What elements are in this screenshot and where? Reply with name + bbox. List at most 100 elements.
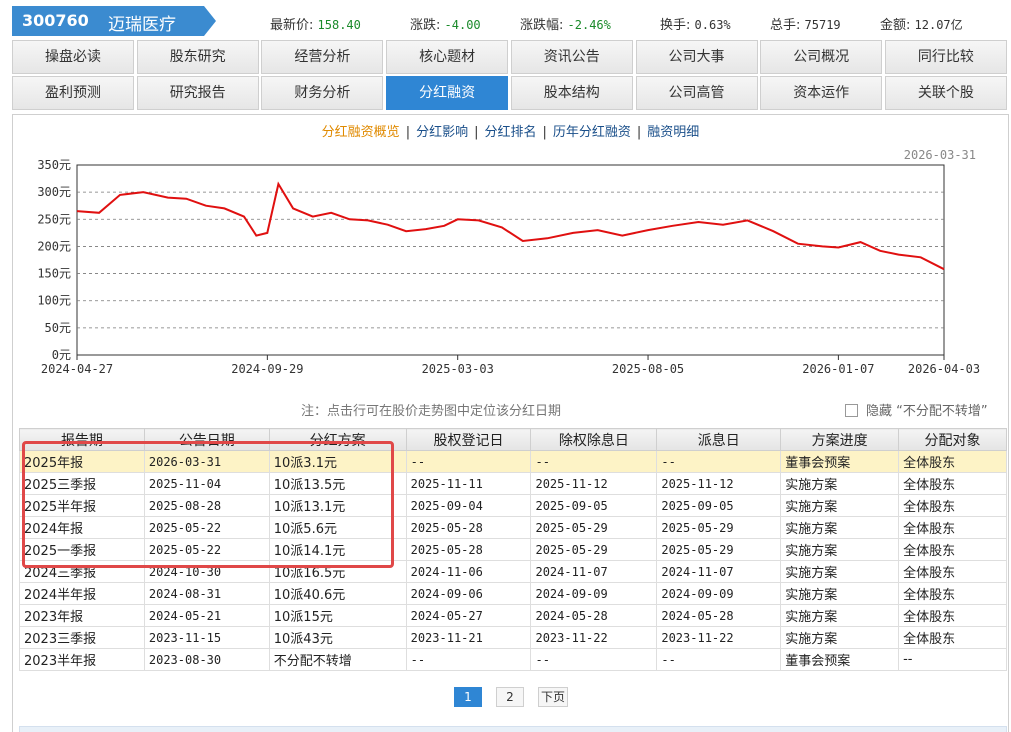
table-cell: 10派5.6元: [268, 516, 407, 539]
hide-checkbox[interactable]: [845, 404, 858, 417]
table-row[interactable]: 2023半年报 2023-08-30 不分配不转增 -- -- -- 董事会预案 --: [19, 648, 1007, 671]
subnav-link-0[interactable]: 分红融资概览: [322, 125, 400, 140]
table-cell: --: [656, 648, 782, 671]
sub-nav: 分红融资概览 | 分红影响 | 分红排名 | 历年分红融资 | 融资明细: [13, 121, 1008, 140]
subnav-separator: |: [405, 125, 411, 140]
table-cell: 2025-05-22: [143, 516, 270, 539]
tab-10[interactable]: 财务分析: [261, 76, 384, 110]
table-row[interactable]: 2025一季报 2025-05-22 10派14.1元 2025-05-28 2025-…: [19, 538, 1007, 561]
table-cell: 2024-11-06: [405, 560, 532, 583]
y-tick-label: 150元: [37, 267, 71, 281]
quote-amount: 金额: 12.07亿: [880, 18, 963, 33]
price-chart[interactable]: 350元 300元 250元 200元 150元 100元 50元 0元2024-04-27 2…: [13, 147, 1010, 387]
column-header[interactable]: 公告日期: [143, 428, 270, 451]
tab-15[interactable]: 关联个股: [884, 76, 1007, 110]
table-row[interactable]: 2023三季报 2023-11-15 10派43元 2023-11-21 2023-11…: [19, 626, 1007, 649]
y-tick-label: 100元: [37, 294, 71, 308]
quote-price: 最新价: 158.40: [270, 18, 361, 33]
tab-8[interactable]: 盈利预测: [12, 76, 134, 110]
hide-label: 隐藏 “不分配不转增”: [866, 404, 988, 419]
table-cell: --: [530, 450, 658, 473]
subnav-link-2[interactable]: 分红排名: [484, 125, 536, 140]
table-cell: 2023-11-15: [143, 626, 270, 649]
table-cell: 2023-11-22: [656, 626, 782, 649]
table-cell: 2024-09-06: [405, 582, 532, 605]
table-cell: 10派14.1元: [268, 538, 407, 561]
subnav-link-4[interactable]: 融资明细: [647, 125, 699, 140]
table-cell: 实施方案: [780, 604, 900, 627]
table-cell: 2025-11-12: [656, 472, 782, 495]
table-cell: 2025-09-04: [405, 494, 532, 517]
page-2-button[interactable]: 2: [496, 687, 524, 707]
table-cell: 2024-05-21: [143, 604, 270, 627]
table-cell: 2025-05-29: [530, 538, 658, 561]
x-tick-label: 2025-03-03: [422, 362, 494, 376]
table-cell: 2024三季报: [19, 560, 145, 583]
table-cell: --: [405, 648, 532, 671]
tab-12[interactable]: 股本结构: [510, 76, 633, 110]
table-cell: 10派3.1元: [268, 450, 407, 473]
table-cell: 10派15元: [268, 604, 407, 627]
table-cell: 2024-11-07: [656, 560, 782, 583]
table-row[interactable]: 2024半年报 2024-08-31 10派40.6元 2024-09-06 2024-…: [19, 582, 1007, 605]
tab-14[interactable]: 资本运作: [760, 76, 883, 110]
table-row[interactable]: 2024年报 2025-05-22 10派5.6元 2025-05-28 2025-05…: [19, 516, 1007, 539]
subnav-link-1[interactable]: 分红影响: [416, 125, 468, 140]
stock-code: 300760: [22, 11, 89, 30]
x-tick-label: 2024-04-27: [41, 362, 113, 376]
table-cell: 全体股东: [898, 582, 1007, 605]
y-tick-label: 250元: [37, 212, 71, 226]
table-cell: 2025一季报: [19, 538, 145, 561]
table-row[interactable]: 2024三季报 2024-10-30 10派16.5元 2024-11-06 2024-…: [19, 560, 1007, 583]
column-header[interactable]: 股权登记日: [405, 428, 532, 451]
table-cell: 实施方案: [780, 516, 900, 539]
table-row[interactable]: 2025年报 2026-03-31 10派3.1元 -- -- -- 董事会预案 全体股东: [19, 450, 1007, 473]
table-cell: 全体股东: [898, 626, 1007, 649]
tab-13[interactable]: 公司高管: [635, 76, 758, 110]
table-cell: 2023年报: [19, 604, 145, 627]
table-row[interactable]: 2023年报 2024-05-21 10派15元 2024-05-27 2024-05-…: [19, 604, 1007, 627]
tab-7[interactable]: 同行比较: [884, 40, 1007, 74]
table-cell: 2023-11-22: [530, 626, 658, 649]
tab-11[interactable]: 分红融资: [386, 76, 509, 110]
column-header[interactable]: 派息日: [656, 428, 782, 451]
tab-9[interactable]: 研究报告: [136, 76, 259, 110]
table-cell: 2026-03-31: [143, 450, 270, 473]
table-cell: 全体股东: [898, 472, 1007, 495]
table-cell: 全体股东: [898, 450, 1007, 473]
tab-1[interactable]: 股东研究: [136, 40, 259, 74]
table-cell: 全体股东: [898, 516, 1007, 539]
table-cell: 10派13.1元: [268, 494, 407, 517]
column-header[interactable]: 报告期: [19, 428, 145, 451]
subnav-link-3[interactable]: 历年分红融资: [553, 125, 631, 140]
table-cell: 全体股东: [898, 494, 1007, 517]
page-1-button[interactable]: 1: [454, 687, 482, 707]
tab-5[interactable]: 公司大事: [635, 40, 758, 74]
table-row[interactable]: 2025三季报 2025-11-04 10派13.5元 2025-11-11 2025-…: [19, 472, 1007, 495]
column-header[interactable]: 除权除息日: [530, 428, 658, 451]
column-header[interactable]: 分配对象: [898, 428, 1007, 451]
tab-2[interactable]: 经营分析: [261, 40, 384, 74]
tab-3[interactable]: 核心题材: [386, 40, 509, 74]
table-cell: --: [898, 648, 1007, 671]
tab-4[interactable]: 资讯公告: [510, 40, 633, 74]
table-cell: 2024-05-27: [405, 604, 532, 627]
table-cell: 2025三季报: [19, 472, 145, 495]
table-cell: 2025-05-29: [656, 516, 782, 539]
table-cell: 2025半年报: [19, 494, 145, 517]
table-cell: --: [530, 648, 658, 671]
table-cell: 2025-08-28: [143, 494, 270, 517]
x-tick-label: 2024-09-29: [231, 362, 303, 376]
column-header[interactable]: 方案进度: [780, 428, 900, 451]
column-header[interactable]: 分红方案: [268, 428, 407, 451]
y-tick-label: 300元: [37, 185, 71, 199]
table-cell: 全体股东: [898, 538, 1007, 561]
next-page-button[interactable]: 下页: [538, 687, 568, 707]
table-cell: 2024-05-28: [656, 604, 782, 627]
hide-no-dividend-toggle[interactable]: 隐藏 “不分配不转增”: [845, 400, 988, 419]
tab-0[interactable]: 操盘必读: [12, 40, 134, 74]
table-row[interactable]: 2025半年报 2025-08-28 10派13.1元 2025-09-04 2025-…: [19, 494, 1007, 517]
table-cell: 2024-10-30: [143, 560, 270, 583]
tab-6[interactable]: 公司概况: [760, 40, 883, 74]
table-cell: 实施方案: [780, 582, 900, 605]
